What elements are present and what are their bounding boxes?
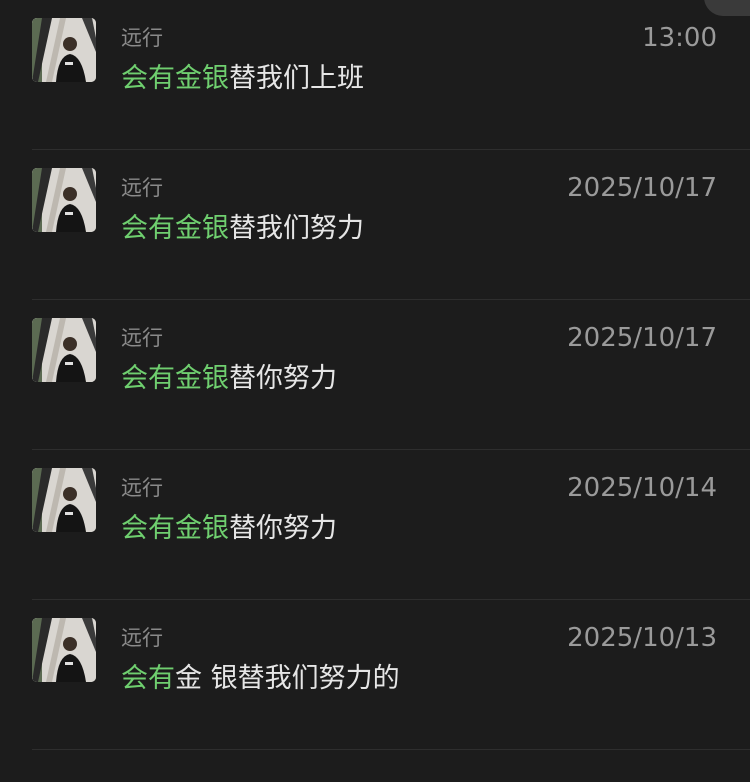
match-highlight: 会有金银 [121, 63, 229, 94]
message-preview: 会有金银替你努力 [121, 361, 337, 397]
timestamp: 2025/10/13 [567, 623, 717, 653]
avatar [32, 618, 96, 682]
message-rest: 替你努力 [229, 363, 337, 394]
sender-name: 远行 [121, 326, 163, 350]
timestamp: 2025/10/17 [567, 173, 717, 203]
list-item[interactable]: 远行 2025/10/17 会有金银替我们努力 [0, 150, 750, 300]
divider [32, 749, 750, 750]
sender-name: 远行 [121, 476, 163, 500]
message-rest: 替你努力 [229, 513, 337, 544]
list-item[interactable]: 远行 2025/10/17 会有金银替你努力 [0, 300, 750, 450]
list-item[interactable]: 远行 2025/10/13 会有金 银替我们努力的 [0, 600, 750, 750]
avatar [32, 18, 96, 82]
sender-name: 远行 [121, 176, 163, 200]
message-preview: 会有金银替我们努力 [121, 211, 364, 247]
match-highlight: 会有金银 [121, 513, 229, 544]
message-preview: 会有金 银替我们努力的 [121, 661, 400, 697]
match-highlight: 会有金银 [121, 213, 229, 244]
timestamp: 2025/10/14 [567, 473, 717, 503]
avatar [32, 318, 96, 382]
message-rest: 替我们上班 [229, 63, 364, 94]
timestamp: 13:00 [642, 23, 717, 53]
timestamp: 2025/10/17 [567, 323, 717, 353]
avatar [32, 468, 96, 532]
message-rest: 替我们努力 [229, 213, 364, 244]
match-highlight: 会有金银 [121, 363, 229, 394]
message-rest: 银替我们努力的 [210, 663, 400, 694]
avatar [32, 168, 96, 232]
sender-name: 远行 [121, 26, 163, 50]
list-item[interactable]: 远行 13:00 会有金银替我们上班 [0, 0, 750, 150]
sender-name: 远行 [121, 626, 163, 650]
match-highlight: 会有 [121, 663, 175, 694]
message-preview: 会有金银替我们上班 [121, 61, 364, 97]
message-mid: 金 [175, 663, 211, 694]
message-preview: 会有金银替你努力 [121, 511, 337, 547]
list-item[interactable]: 远行 2025/10/14 会有金银替你努力 [0, 450, 750, 600]
